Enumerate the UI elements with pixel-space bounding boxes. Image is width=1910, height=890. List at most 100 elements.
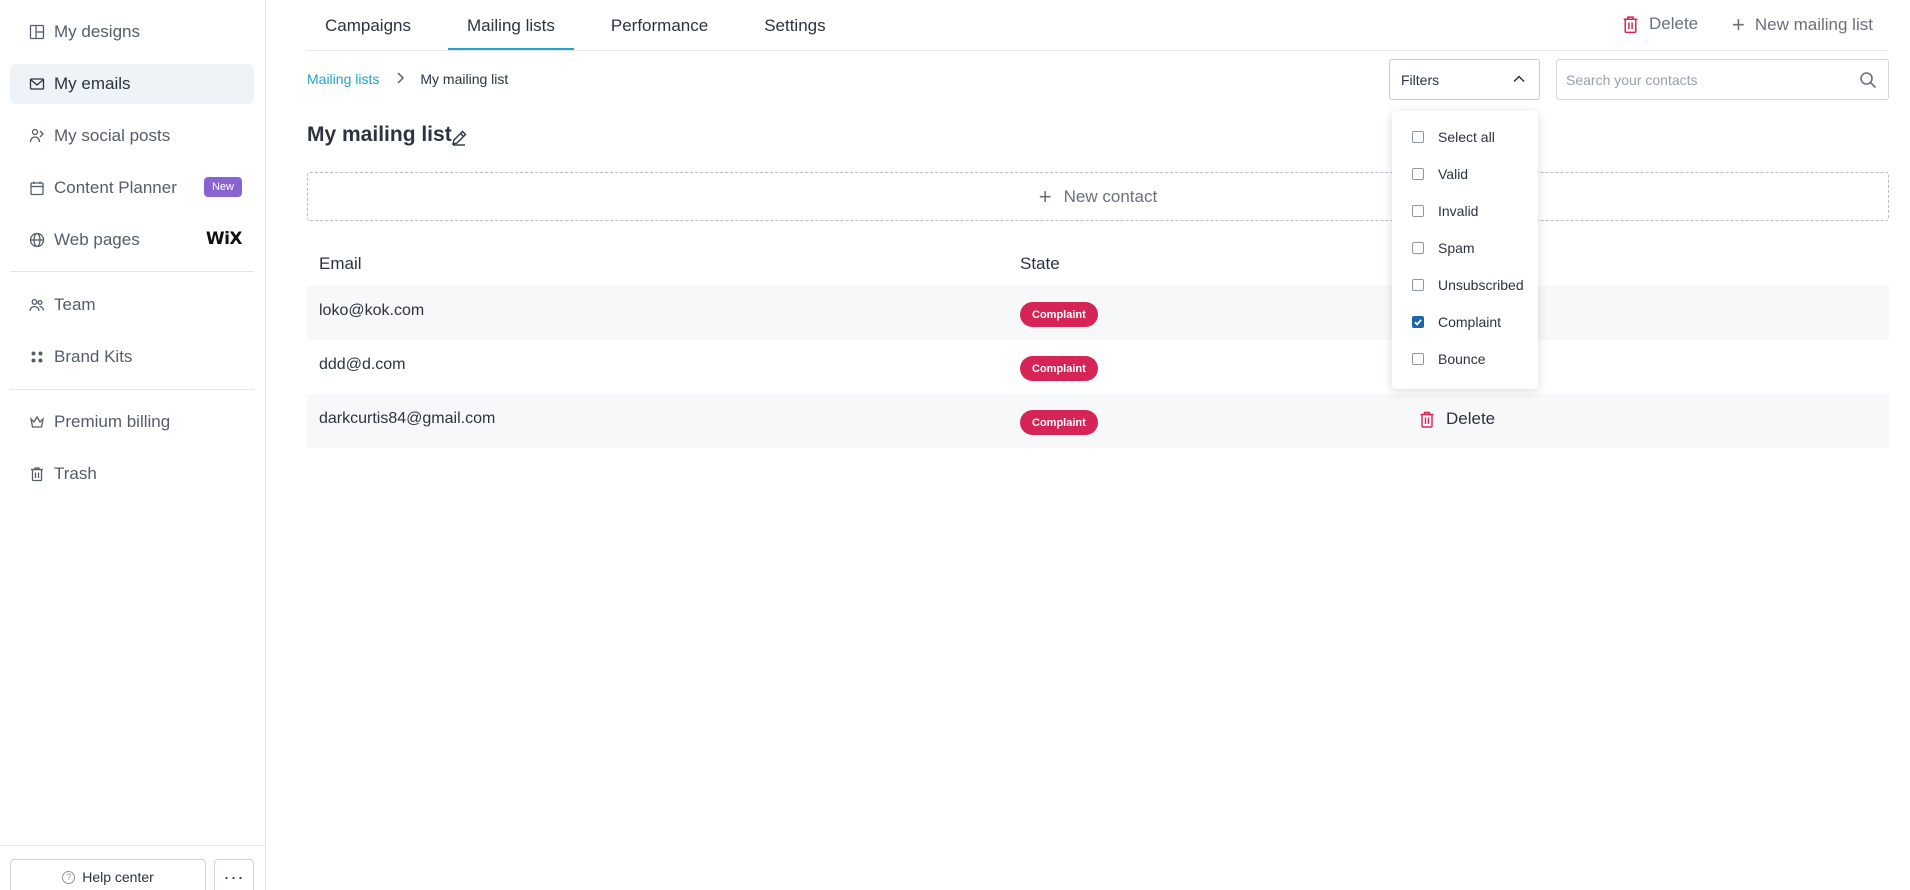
filter-option-label: Bounce [1438, 351, 1486, 367]
new-badge: New [203, 177, 242, 197]
trash-icon [28, 465, 46, 483]
checkbox-checked[interactable] [1412, 316, 1424, 328]
breadcrumb-mailing-lists[interactable]: Mailing lists [307, 71, 379, 87]
delete-contact-button[interactable]: Delete [1419, 409, 1495, 429]
column-header-state: State [1020, 254, 1060, 273]
sidebar-item-label: My social posts [54, 126, 171, 145]
checkbox[interactable] [1412, 205, 1424, 217]
sidebar-item-label: My emails [54, 74, 131, 93]
new-mailing-list-label: New mailing list [1754, 15, 1873, 34]
tabs-divider [306, 50, 1888, 51]
new-contact-button[interactable]: + New contact [307, 172, 1889, 221]
globe-icon [28, 231, 46, 249]
filters-menu: Select all Valid Invalid Spam Unsubscrib… [1392, 111, 1538, 389]
sidebar-item-premium-billing[interactable]: Premium billing [10, 402, 254, 442]
tab-campaigns[interactable]: Campaigns [306, 0, 430, 51]
filter-option-unsubscribed[interactable]: Unsubscribed [1412, 277, 1524, 293]
table-row[interactable]: darkcurtis84@gmail.com Complaint Delete [307, 394, 1889, 448]
help-center-label: Help center [82, 869, 154, 885]
help-center-button[interactable]: ? Help center [10, 859, 206, 890]
calendar-icon [28, 179, 46, 197]
wix-logo: WiX [205, 229, 243, 249]
new-mailing-list-button[interactable]: + New mailing list [1732, 14, 1873, 36]
contact-email: loko@kok.com [319, 302, 425, 319]
contact-email: darkcurtis84@gmail.com [319, 410, 496, 427]
trash-icon [1623, 15, 1638, 33]
page-title: My mailing list [307, 123, 452, 146]
table-row[interactable]: ddd@d.com Complaint [307, 340, 1889, 394]
checkbox[interactable] [1412, 131, 1424, 143]
checkmark-icon [1414, 319, 1422, 326]
filter-option-label: Unsubscribed [1438, 277, 1524, 293]
search-box [1556, 59, 1889, 100]
filter-option-label: Valid [1438, 166, 1469, 182]
filter-option-label: Invalid [1438, 203, 1479, 219]
filter-option-select-all[interactable]: Select all [1412, 129, 1495, 145]
sidebar-item-my-designs[interactable]: My designs [10, 12, 254, 52]
breadcrumb-current: My mailing list [420, 71, 509, 87]
breadcrumb: Mailing lists My mailing list [307, 71, 508, 87]
trash-icon [1420, 411, 1434, 428]
filter-option-label: Spam [1438, 240, 1475, 256]
sidebar-divider [10, 389, 254, 390]
sidebar-footer-divider [0, 845, 266, 846]
contact-email: ddd@d.com [319, 356, 406, 373]
checkbox[interactable] [1412, 353, 1424, 365]
filter-option-bounce[interactable]: Bounce [1412, 351, 1485, 367]
state-badge: Complaint [1020, 302, 1098, 327]
more-options-button[interactable]: ··· [214, 859, 254, 890]
state-badge: Complaint [1020, 356, 1098, 381]
tab-settings[interactable]: Settings [745, 0, 844, 51]
sidebar-item-label: My designs [54, 22, 140, 41]
crown-icon [28, 413, 46, 431]
plus-icon: + [1038, 183, 1052, 209]
sidebar-item-web-pages[interactable]: Web pages WiX [10, 220, 254, 260]
delete-list-button[interactable]: Delete [1622, 14, 1698, 34]
checkbox[interactable] [1412, 168, 1424, 180]
filters-dropdown[interactable]: Filters [1389, 59, 1540, 100]
sidebar-item-trash[interactable]: Trash [10, 454, 254, 494]
tab-mailing-lists[interactable]: Mailing lists [448, 0, 574, 51]
chevron-up-icon [1513, 75, 1525, 83]
state-badge: Complaint [1020, 410, 1098, 435]
filter-option-label: Select all [1438, 129, 1495, 145]
filters-label: Filters [1401, 71, 1440, 88]
team-icon [28, 296, 46, 314]
sidebar-item-label: Content Planner [54, 178, 177, 197]
sidebar-divider [10, 271, 254, 272]
tab-performance[interactable]: Performance [592, 0, 727, 51]
table-row[interactable]: loko@kok.com Complaint [307, 286, 1889, 340]
sidebar-item-label: Premium billing [54, 412, 171, 431]
sidebar-item-my-emails[interactable]: My emails [10, 64, 254, 104]
designs-icon [28, 23, 46, 41]
sidebar-item-brand-kits[interactable]: Brand Kits [10, 337, 254, 377]
brand-kit-icon [28, 348, 46, 366]
filter-option-complaint[interactable]: Complaint [1412, 314, 1501, 330]
checkbox[interactable] [1412, 279, 1424, 291]
filter-option-label: Complaint [1438, 314, 1502, 330]
edit-pencil-icon[interactable] [450, 129, 468, 147]
sidebar-item-label: Trash [54, 464, 97, 483]
chevron-right-icon [396, 72, 405, 87]
sidebar-item-label: Web pages [54, 230, 140, 249]
checkbox[interactable] [1412, 242, 1424, 254]
new-contact-label: New contact [1063, 186, 1158, 206]
delete-contact-label: Delete [1446, 409, 1496, 428]
help-icon: ? [62, 870, 76, 884]
sidebar-item-team[interactable]: Team [10, 285, 254, 325]
filter-option-valid[interactable]: Valid [1412, 166, 1468, 182]
filter-option-spam[interactable]: Spam [1412, 240, 1475, 256]
more-dots-icon: ··· [223, 866, 245, 887]
filter-option-invalid[interactable]: Invalid [1412, 203, 1478, 219]
search-icon[interactable] [1859, 71, 1877, 89]
sidebar: My designs My emails My social posts Con… [0, 0, 266, 890]
envelope-icon [28, 75, 46, 93]
sidebar-item-label: Team [54, 295, 96, 314]
column-header-email: Email [319, 254, 362, 273]
sidebar-item-label: Brand Kits [54, 347, 133, 366]
sidebar-item-my-social-posts[interactable]: My social posts [10, 116, 254, 156]
plus-icon: + [1732, 12, 1745, 37]
search-input[interactable] [1566, 60, 1846, 99]
top-tabs: Campaigns Mailing lists Performance Sett… [306, 0, 863, 51]
sidebar-item-content-planner[interactable]: Content Planner New [10, 168, 254, 208]
